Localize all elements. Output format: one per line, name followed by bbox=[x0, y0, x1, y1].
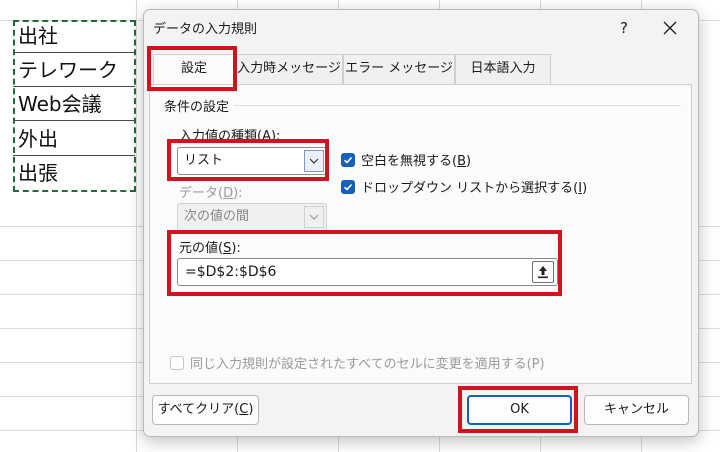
tab-error-alert[interactable]: エラー メッセージ bbox=[343, 54, 455, 84]
ignore-blank-checkbox[interactable]: 空白を無視する(B) bbox=[341, 150, 471, 169]
collapse-dialog-button[interactable] bbox=[532, 261, 554, 283]
tab-input-message[interactable]: 入力時メッセージ bbox=[235, 54, 343, 84]
dialog-title: データの入力規則 bbox=[153, 22, 258, 37]
source-input-value: =$D$2:$D$6 bbox=[185, 264, 277, 280]
criteria-group-label: 条件の設定 bbox=[164, 100, 230, 115]
cancel-button[interactable]: キャンセル bbox=[584, 395, 689, 425]
cell[interactable]: テレワーク bbox=[13, 54, 135, 87]
cell[interactable]: 出張 bbox=[13, 157, 135, 190]
source-list-cells: 出社 テレワーク Web会議 外出 出張 bbox=[13, 20, 135, 192]
allow-select[interactable]: リスト bbox=[177, 147, 327, 175]
ok-button[interactable]: OK bbox=[467, 395, 572, 425]
allow-select-value: リスト bbox=[184, 153, 224, 168]
divider bbox=[234, 105, 681, 106]
tab-ime-mode[interactable]: 日本語入力 bbox=[455, 54, 551, 84]
cell[interactable]: 出社 bbox=[13, 20, 135, 53]
checkbox-unchecked-icon bbox=[170, 355, 184, 370]
data-validation-dialog: データの入力規則 ? 設定 入力時メッセージ エラー メッセージ 日本語入力 条… bbox=[143, 9, 699, 437]
chevron-down-icon bbox=[304, 206, 324, 228]
checkbox-checked-icon bbox=[341, 152, 355, 167]
apply-to-all-label: 同じ入力規則が設定されたすべてのセルに変更を適用する(P) bbox=[190, 357, 545, 372]
in-cell-dropdown-checkbox[interactable]: ドロップダウン リストから選択する(I) bbox=[341, 177, 587, 196]
data-label: データ(D): bbox=[179, 186, 243, 201]
ignore-blank-label: 空白を無視する(B) bbox=[361, 154, 472, 169]
source-input[interactable]: =$D$2:$D$6 bbox=[177, 258, 558, 286]
help-button[interactable]: ? bbox=[607, 14, 641, 42]
clear-all-button[interactable]: すべてクリア(C) bbox=[152, 395, 259, 425]
cell[interactable]: 外出 bbox=[13, 123, 135, 156]
in-cell-dropdown-label: ドロップダウン リストから選択する(I) bbox=[361, 181, 588, 196]
data-select: 次の値の間 bbox=[177, 203, 327, 231]
close-icon bbox=[663, 21, 677, 35]
allow-label: 入力値の種類(A): bbox=[179, 129, 281, 144]
chevron-down-icon[interactable] bbox=[304, 150, 324, 172]
checkbox-checked-icon bbox=[341, 179, 355, 194]
data-select-value: 次の値の間 bbox=[184, 209, 250, 224]
settings-panel: 条件の設定 入力値の種類(A): リスト 空白を無視する(B) ドロップダウン … bbox=[149, 84, 692, 384]
close-button[interactable] bbox=[653, 14, 687, 42]
range-select-icon bbox=[538, 266, 548, 279]
apply-to-all-checkbox: 同じ入力規則が設定されたすべてのセルに変更を適用する(P) bbox=[170, 353, 545, 372]
source-label: 元の値(S): bbox=[179, 241, 241, 256]
cell[interactable]: Web会議 bbox=[13, 88, 135, 121]
tab-settings[interactable]: 設定 bbox=[153, 54, 235, 85]
